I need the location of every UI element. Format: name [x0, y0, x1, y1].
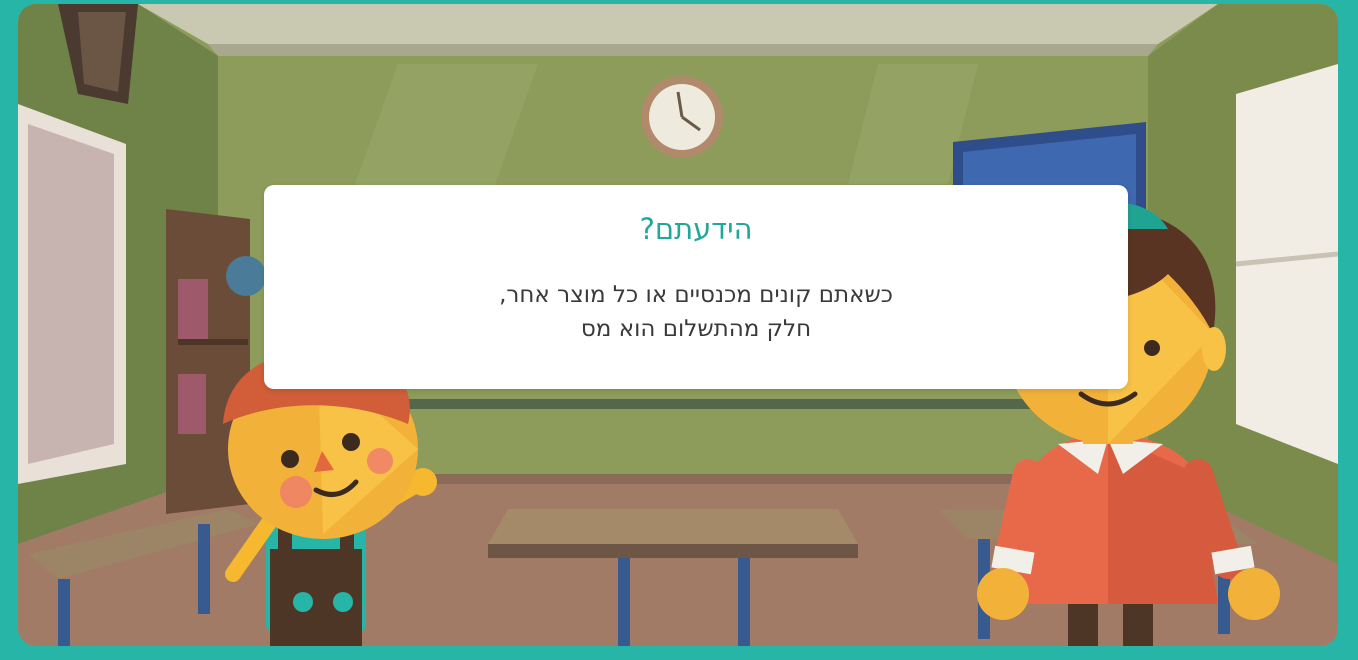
- classroom-scene: הידעתם? כשאתם קונים מכנסיים או כל מוצר א…: [18, 4, 1338, 646]
- fact-body: כשאתם קונים מכנסיים או כל מוצר אחר, חלק …: [264, 278, 1128, 346]
- fact-body-line-1: כשאתם קונים מכנסיים או כל מוצר אחר,: [499, 282, 893, 308]
- wall-clock: [641, 76, 723, 158]
- fact-body-line-2: חלק מהתשלום הוא מס: [580, 316, 812, 342]
- fact-card: הידעתם? כשאתם קונים מכנסיים או כל מוצר א…: [264, 185, 1128, 389]
- frame-border: הידעתם? כשאתם קונים מכנסיים או כל מוצר א…: [0, 0, 1358, 660]
- fact-title: הידעתם?: [639, 212, 753, 246]
